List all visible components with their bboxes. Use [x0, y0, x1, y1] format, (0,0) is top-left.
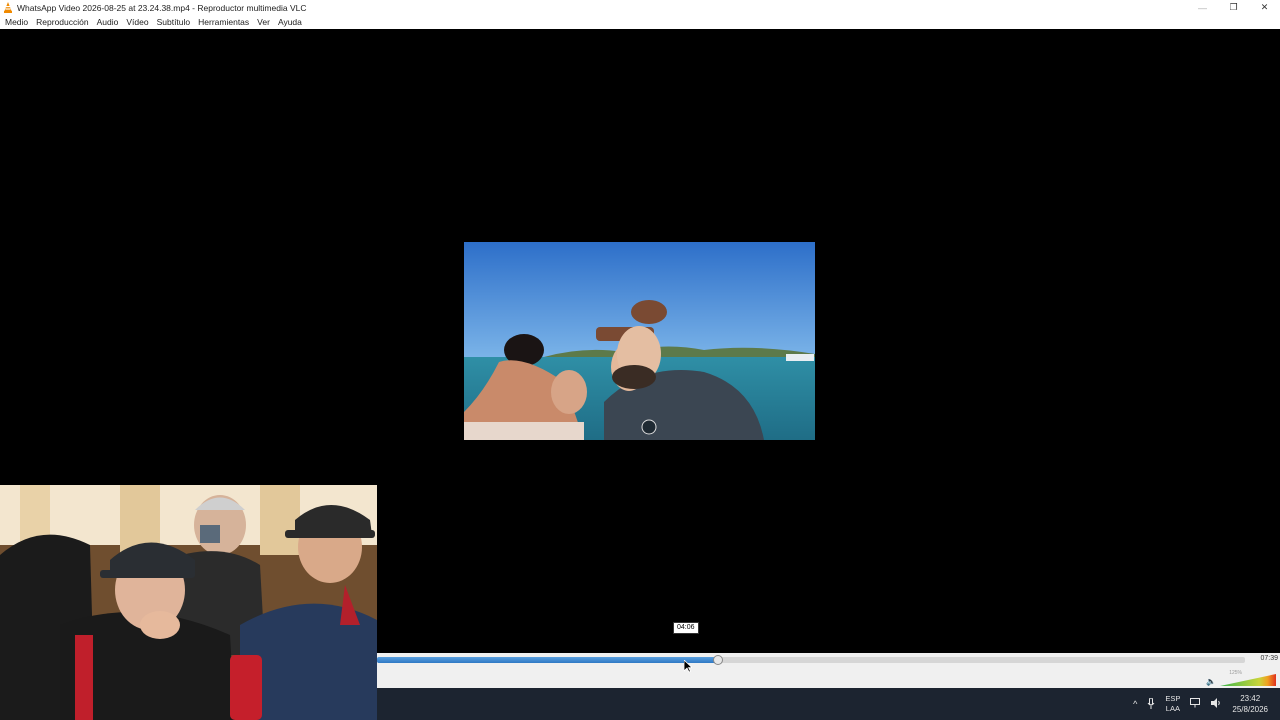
menu-reproduccion[interactable]: Reproducción: [33, 17, 91, 27]
menu-bar: Medio Reproducción Audio Vídeo Subtítulo…: [0, 15, 1280, 29]
video-output[interactable]: [0, 29, 1280, 720]
video-frame: [464, 242, 815, 440]
clock-time: 23:42: [1240, 694, 1261, 703]
webcam-overlay: [0, 485, 377, 720]
menu-ver[interactable]: Ver: [254, 17, 273, 27]
tray-chevron-icon[interactable]: ^: [1133, 699, 1137, 709]
menu-video[interactable]: Vídeo: [123, 17, 151, 27]
menu-subtitulo[interactable]: Subtítulo: [154, 17, 194, 27]
microphone-icon[interactable]: [1147, 697, 1155, 711]
seek-handle[interactable]: [713, 655, 724, 665]
clock-date: 25/8/2026: [1232, 705, 1268, 714]
restore-button[interactable]: ❐: [1218, 0, 1249, 15]
speaker-tray-icon[interactable]: [1211, 698, 1222, 710]
clock[interactable]: 23:42 25/8/2026: [1232, 693, 1268, 715]
playback-controls: 07:39 🔈 125%: [377, 653, 1280, 688]
seek-time-tooltip: 04:06: [673, 622, 699, 634]
seek-progress: [377, 657, 719, 663]
system-tray: ^ ESP LAA 23:42 25/8/2026: [1128, 688, 1280, 720]
title-bar: WhatsApp Video 2026-08-25 at 23.24.38.mp…: [0, 0, 1280, 15]
menu-medio[interactable]: Medio: [2, 17, 31, 27]
speaker-icon[interactable]: 🔈: [1206, 677, 1216, 686]
vlc-cone-icon: [4, 2, 12, 13]
window-controls: — ❐ ✕: [1187, 0, 1280, 15]
input-language[interactable]: ESP LAA: [1165, 694, 1180, 714]
taskbar: ^ ESP LAA 23:42 25/8/2026: [377, 688, 1280, 720]
mouse-cursor-icon: [684, 660, 692, 673]
menu-audio[interactable]: Audio: [94, 17, 122, 27]
menu-herramientas[interactable]: Herramientas: [195, 17, 252, 27]
language-code: ESP: [1165, 694, 1181, 703]
volume-slider[interactable]: [1220, 674, 1276, 686]
menu-ayuda[interactable]: Ayuda: [275, 17, 305, 27]
total-time: 07:39: [1260, 655, 1278, 662]
keyboard-layout: LAA: [1165, 704, 1180, 713]
window-title: WhatsApp Video 2026-08-25 at 23.24.38.mp…: [17, 2, 307, 13]
close-button[interactable]: ✕: [1249, 0, 1280, 15]
minimize-button[interactable]: —: [1187, 0, 1218, 15]
network-icon[interactable]: [1190, 698, 1201, 710]
